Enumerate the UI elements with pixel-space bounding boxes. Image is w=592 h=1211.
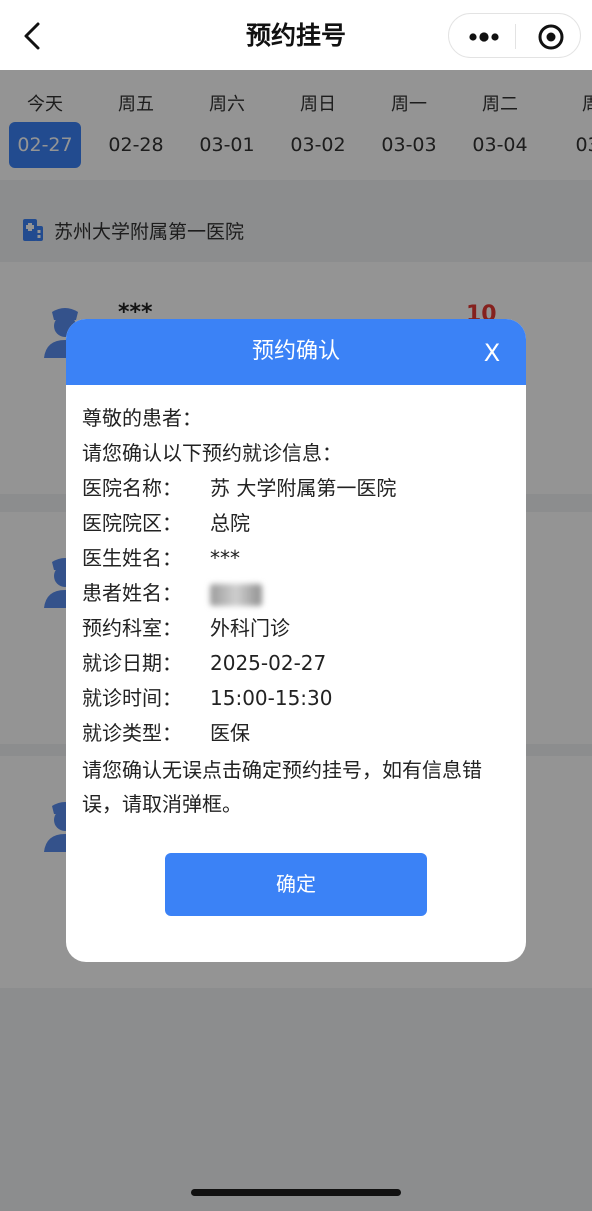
dialog-close-button[interactable]: X [470,331,514,375]
more-dots-icon [469,32,499,42]
info-row-doctor: 医生姓名： *** [82,541,514,576]
mini-program-capsule [448,13,581,58]
info-label: 医院名称： [82,476,182,500]
capsule-close-button[interactable] [525,14,575,59]
info-label: 就诊类型： [82,721,182,745]
info-value: 15:00-15:30 [210,686,333,710]
info-label: 预约科室： [82,616,182,640]
home-indicator[interactable] [191,1189,401,1196]
info-row-campus: 医院院区： 总院 [82,506,514,541]
info-value: 总院 [210,511,250,535]
info-label: 就诊日期： [82,651,182,675]
info-row-department: 预约科室： 外科门诊 [82,611,514,646]
info-label: 医生姓名： [82,546,182,570]
greeting-text: 尊敬的患者： [82,406,202,430]
info-row-hospital: 医院名称： 苏 大学附属第一医院 [82,471,514,506]
more-button[interactable] [459,14,509,59]
target-close-icon [538,24,564,50]
dialog-body: 尊敬的患者： 请您确认以下预约就诊信息： 医院名称： 苏 大学附属第一医院 医院院… [82,401,514,821]
info-label: 医院院区： [82,511,182,535]
dialog-title: 预约确认 [251,339,340,364]
info-row-time: 就诊时间： 15:00-15:30 [82,681,514,716]
top-navbar: 预约挂号 [0,0,592,70]
intro-text: 请您确认以下预约就诊信息： [82,441,342,465]
info-value: 医保 [210,721,250,745]
confirm-button[interactable]: 确定 [165,853,427,916]
info-row-date: 就诊日期： 2025-02-27 [82,646,514,681]
confirm-note: 请您确认无误点击确定预约挂号，如有信息错误，请取消弹框。 [82,758,482,816]
info-value: 苏 大学附属第一医院 [210,476,397,500]
info-label: 就诊时间： [82,686,182,710]
blurred-patient-name [210,583,262,606]
info-row-patient: 患者姓名： [82,576,514,611]
info-value: 2025-02-27 [210,651,327,675]
appointment-confirm-dialog: 预约确认 X 尊敬的患者： 请您确认以下预约就诊信息： 医院名称： 苏 大学附属第… [66,319,526,962]
info-value: 外科门诊 [210,616,290,640]
capsule-divider [515,24,516,49]
info-label: 患者姓名： [82,581,182,605]
info-row-type: 就诊类型： 医保 [82,716,514,751]
dialog-header: 预约确认 X [66,319,526,385]
info-value: *** [210,546,240,570]
